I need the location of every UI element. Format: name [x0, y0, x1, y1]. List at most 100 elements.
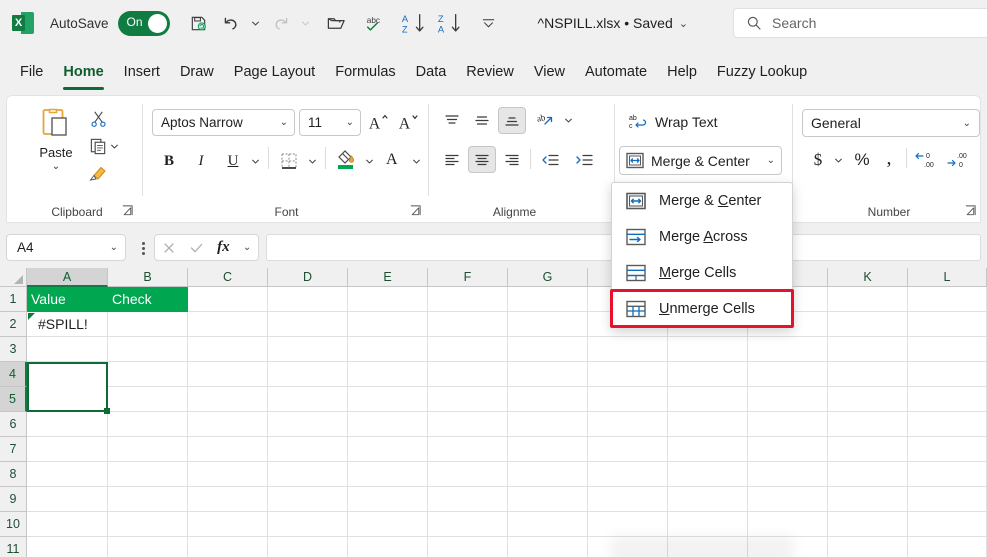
cell-K7[interactable] [828, 437, 908, 462]
insert-function-icon[interactable]: fx [217, 239, 230, 256]
tab-file[interactable]: File [10, 60, 53, 89]
cell-C4[interactable] [188, 362, 268, 387]
row-header-10[interactable]: 10 [0, 512, 27, 537]
cell-I11[interactable] [668, 537, 748, 557]
cell-E3[interactable] [348, 337, 428, 362]
customize-quick-access-icon[interactable] [474, 8, 504, 38]
cell-A10[interactable] [27, 512, 108, 537]
number-dialog-launcher[interactable] [964, 204, 978, 218]
cell-I7[interactable] [668, 437, 748, 462]
undo-icon[interactable] [216, 8, 246, 38]
cell-A3[interactable] [27, 337, 108, 362]
cell-K1[interactable] [828, 287, 908, 312]
middle-align-button[interactable] [468, 107, 496, 134]
cell-K2[interactable] [828, 312, 908, 337]
tab-help[interactable]: Help [657, 60, 707, 89]
cell-D10[interactable] [268, 512, 348, 537]
cell-L8[interactable] [908, 462, 987, 487]
borders-dropdown-chevron-icon[interactable] [304, 147, 320, 175]
decrease-font-size-button[interactable]: A [395, 108, 423, 136]
cell-G4[interactable] [508, 362, 588, 387]
formula-bar-expand-chevron-icon[interactable]: ⌄ [243, 242, 251, 253]
cell-D7[interactable] [268, 437, 348, 462]
cell-D8[interactable] [268, 462, 348, 487]
select-all-corner[interactable] [0, 268, 27, 287]
sort-descending-icon[interactable]: ZA [434, 8, 468, 38]
row-header-3[interactable]: 3 [0, 337, 27, 362]
increase-font-size-button[interactable]: A [365, 108, 393, 136]
top-align-button[interactable] [438, 107, 466, 134]
open-folder-icon[interactable] [322, 8, 352, 38]
comma-style-button[interactable]: , [878, 144, 900, 172]
cell-E10[interactable] [348, 512, 428, 537]
cell-I5[interactable] [668, 387, 748, 412]
cell-H6[interactable] [588, 412, 668, 437]
row-header-5[interactable]: 5 [0, 387, 27, 412]
cell-K8[interactable] [828, 462, 908, 487]
col-header-F[interactable]: F [428, 268, 508, 287]
cell-E6[interactable] [348, 412, 428, 437]
accounting-format-button[interactable]: $ [806, 146, 830, 174]
row-header-8[interactable]: 8 [0, 462, 27, 487]
clipboard-dialog-launcher[interactable] [121, 204, 135, 218]
cell-J7[interactable] [748, 437, 828, 462]
cell-G1[interactable] [508, 287, 588, 312]
decrease-decimal-button[interactable]: .00 0 [944, 146, 974, 174]
cell-E7[interactable] [348, 437, 428, 462]
cell-G5[interactable] [508, 387, 588, 412]
cell-L10[interactable] [908, 512, 987, 537]
cell-J11[interactable] [748, 537, 828, 557]
cell-C10[interactable] [188, 512, 268, 537]
col-header-C[interactable]: C [188, 268, 268, 287]
cell-F8[interactable] [428, 462, 508, 487]
cell-I4[interactable] [668, 362, 748, 387]
cell-H7[interactable] [588, 437, 668, 462]
col-header-L[interactable]: L [908, 268, 987, 287]
font-color-button[interactable]: A [380, 145, 408, 173]
cell-F4[interactable] [428, 362, 508, 387]
cell-E8[interactable] [348, 462, 428, 487]
cell-L7[interactable] [908, 437, 987, 462]
cell-A1[interactable]: Value [27, 287, 108, 312]
cell-D1[interactable] [268, 287, 348, 312]
percent-style-button[interactable]: % [849, 146, 875, 174]
cell-K11[interactable] [828, 537, 908, 557]
menu-item-merge-cells[interactable]: Merge Cells [612, 255, 792, 291]
cell-L4[interactable] [908, 362, 987, 387]
cell-A6[interactable] [27, 412, 108, 437]
row-header-1[interactable]: 1 [0, 287, 27, 312]
cell-F9[interactable] [428, 487, 508, 512]
menu-item-merge-across[interactable]: Merge Across [612, 219, 792, 255]
paste-button[interactable]: Paste ⌄ [27, 106, 85, 192]
search-box[interactable]: Search [733, 8, 987, 38]
cell-L9[interactable] [908, 487, 987, 512]
cell-A4[interactable] [27, 362, 108, 412]
cell-G11[interactable] [508, 537, 588, 557]
cell-I8[interactable] [668, 462, 748, 487]
cell-F11[interactable] [428, 537, 508, 557]
cell-J6[interactable] [748, 412, 828, 437]
cell-C5[interactable] [188, 387, 268, 412]
tab-view[interactable]: View [524, 60, 575, 89]
cell-E9[interactable] [348, 487, 428, 512]
cell-D5[interactable] [268, 387, 348, 412]
row-header-7[interactable]: 7 [0, 437, 27, 462]
cell-F5[interactable] [428, 387, 508, 412]
wrap-text-button[interactable]: ab c Wrap Text [621, 108, 725, 136]
col-header-D[interactable]: D [268, 268, 348, 287]
cell-G2[interactable] [508, 312, 588, 337]
col-header-K[interactable]: K [828, 268, 908, 287]
cell-B1[interactable]: Check [108, 287, 188, 312]
cell-G7[interactable] [508, 437, 588, 462]
col-header-A[interactable]: A [27, 268, 108, 287]
cell-H11[interactable] [588, 537, 668, 557]
tab-review[interactable]: Review [456, 60, 524, 89]
cell-J10[interactable] [748, 512, 828, 537]
fill-color-dropdown-chevron-icon[interactable] [361, 147, 377, 175]
cell-L5[interactable] [908, 387, 987, 412]
bottom-align-button[interactable] [498, 107, 526, 134]
cut-button[interactable] [83, 104, 113, 132]
cell-L6[interactable] [908, 412, 987, 437]
col-header-G[interactable]: G [508, 268, 588, 287]
cell-B3[interactable] [108, 337, 188, 362]
